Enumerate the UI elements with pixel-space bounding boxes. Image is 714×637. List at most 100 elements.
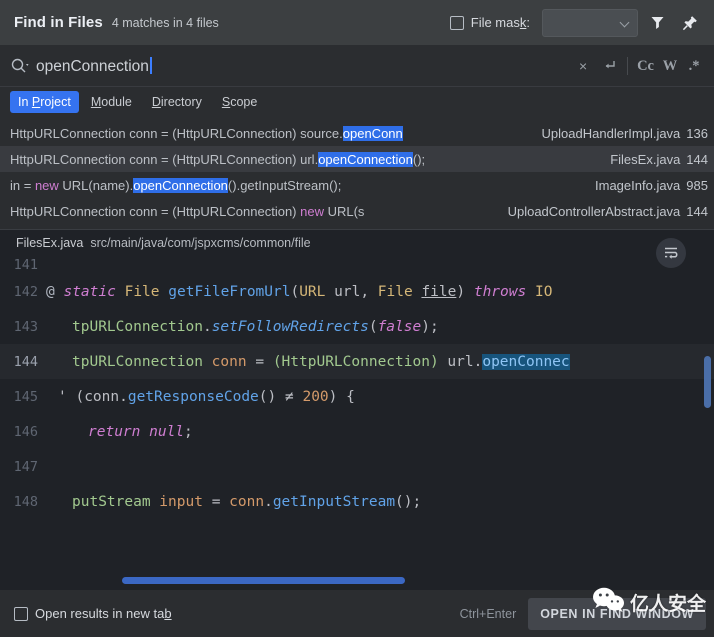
results-list[interactable]: HttpURLConnection conn = (HttpURLConnect… [0,117,714,229]
open-in-find-window-button[interactable]: OPEN IN FIND WINDOW [528,597,706,630]
scope-tab-scope[interactable]: Scope [214,91,265,113]
token-keyword-return: return [88,423,141,440]
result-snippet-pre: in = [10,177,35,193]
token-type-io: IO [526,283,553,300]
token-operator: = [202,493,230,510]
code-match-highlight: openConnec [482,353,570,370]
table-row[interactable]: HttpURLConnection conn = (HttpURLConnect… [0,120,714,146]
whole-words-toggle[interactable]: W [658,54,682,78]
file-mask-combobox[interactable] [542,8,638,37]
toolbar-divider [627,57,629,75]
regex-toggle[interactable]: .* [682,54,706,78]
open-new-tab-checkbox-group[interactable]: Open results in new tab [14,606,172,621]
horizontal-scrollbar[interactable] [122,577,405,584]
code-line: 146 return null; [0,414,714,449]
result-snippet-keyword: new [34,177,59,193]
table-row[interactable]: HttpURLConnection conn = (HttpURLConnect… [0,198,714,224]
result-snippet-pre2: URL(name). [58,177,134,193]
token-cast: (HttpURLConnection) [272,353,439,370]
token-method-call: setFollowRedirects [211,318,369,335]
open-new-tab-label-mnemonic: b [164,606,172,621]
code-editor[interactable]: 141 142 @ static File getFileFromUrl(URL… [0,256,714,519]
token-annotation: @ [46,283,55,300]
line-content: tpURLConnection.setFollowRedirects(false… [46,319,714,335]
breadcrumb: FilesEx.java src/main/java/com/jspxcms/c… [0,230,714,256]
scope-tab-directory[interactable]: Directory [144,91,210,113]
result-snippet: in = new URL(name).openConnection().getI… [10,177,342,193]
token-brace: ) { [328,388,355,405]
token-dot: . [264,493,273,510]
chevron-down-icon [621,18,630,27]
line-number: 147 [13,458,38,475]
file-mask-checkbox[interactable] [449,15,464,30]
code-line: 148 putStream input = conn.getInputStrea… [0,484,714,519]
result-snippet: HttpURLConnection conn = (HttpURLConnect… [10,125,403,141]
result-match-highlight: openConnection [133,177,228,193]
file-mask-label-pre: File mas [470,15,520,30]
find-in-files-dialog: Find in Files 4 matches in 4 files File … [0,0,714,637]
token-keyword-static: static [63,283,116,300]
clear-search-icon[interactable]: × [570,53,596,79]
token-method-call: getInputStream [272,493,396,510]
soft-wrap-icon[interactable] [656,238,686,268]
token-variable-url: url. [438,353,483,370]
result-file-name: FilesEx.java [610,151,681,167]
result-snippet: HttpURLConnection conn = (HttpURLConnect… [10,151,426,167]
scope-tab-directory-post: irectory [160,95,202,109]
token-clip: ' [58,388,67,405]
new-line-icon[interactable] [596,53,622,79]
scope-tab-scope-mnemonic: S [221,95,231,109]
line-number: 142 [13,283,38,300]
shortcut-hint: Ctrl+Enter [459,606,517,621]
result-snippet-keyword: new [300,203,324,219]
token-variable-input: input [150,493,203,510]
dialog-header: Find in Files 4 matches in 4 files File … [0,0,714,46]
scope-tab-module-post: odule [101,95,132,109]
result-snippet-post: (); [412,151,426,167]
token-paren-close: (); [395,493,422,510]
vertical-scrollbar[interactable] [704,356,711,408]
token-literal-null: null [140,423,185,440]
token-type-file: File [124,283,160,300]
preview-pane: FilesEx.java src/main/java/com/jspxcms/c… [0,229,714,590]
line-number: 145 [13,388,38,405]
scope-tab-module-mnemonic: M [90,95,102,109]
token-class: tpURLConnection [72,353,203,370]
scope-tab-module[interactable]: Module [83,91,140,113]
search-input[interactable]: openConnection [36,56,152,76]
token-operator: = [246,353,273,370]
filter-icon[interactable] [643,9,671,37]
open-new-tab-checkbox[interactable] [14,606,28,621]
result-snippet-post: ().getInputStream(); [227,177,342,193]
token-variable-conn: conn [229,493,265,510]
token-dot: . [202,318,212,335]
line-content: @ static File getFileFromUrl(URL url, Fi… [46,284,714,300]
token-paren: ( [290,283,300,300]
result-snippet: HttpURLConnection conn = (HttpURLConnect… [10,204,364,219]
scope-tab-bar: In Project Module Directory Scope [0,87,714,117]
search-icon[interactable] [10,57,32,75]
result-match-highlight: openConn [342,125,403,141]
match-case-toggle[interactable]: Cc [633,54,658,78]
line-content: ' (conn.getResponseCode() ≠ 200) { [46,389,714,405]
token-paren: ( [368,318,378,335]
table-row[interactable]: in = new URL(name).openConnection().getI… [0,172,714,198]
result-file-name: UploadHandlerImpl.java [541,125,681,141]
result-match-highlight: openConnection [318,151,413,167]
token-param-url: url, [325,283,378,300]
code-line: 142 @ static File getFileFromUrl(URL url… [0,274,714,309]
file-mask-checkbox-group[interactable]: File mask: [449,15,530,30]
result-line-number: 985 [686,177,708,193]
scope-tab-in-project[interactable]: In Project [10,91,79,113]
token-keyword-throws: throws [473,283,527,300]
line-number: 143 [13,318,38,335]
open-new-tab-label: Open results in new tab [35,606,172,621]
token-paren-conn: (conn. [66,388,128,405]
token-type-url: URL [299,283,326,300]
file-mask-label-post: : [526,15,530,30]
scope-tab-scope-post: cope [230,95,258,109]
table-row[interactable]: HttpURLConnection conn = (HttpURLConnect… [0,146,714,172]
pin-icon[interactable] [676,9,704,37]
page-title: Find in Files [14,14,103,31]
result-line-number: 144 [686,203,708,219]
